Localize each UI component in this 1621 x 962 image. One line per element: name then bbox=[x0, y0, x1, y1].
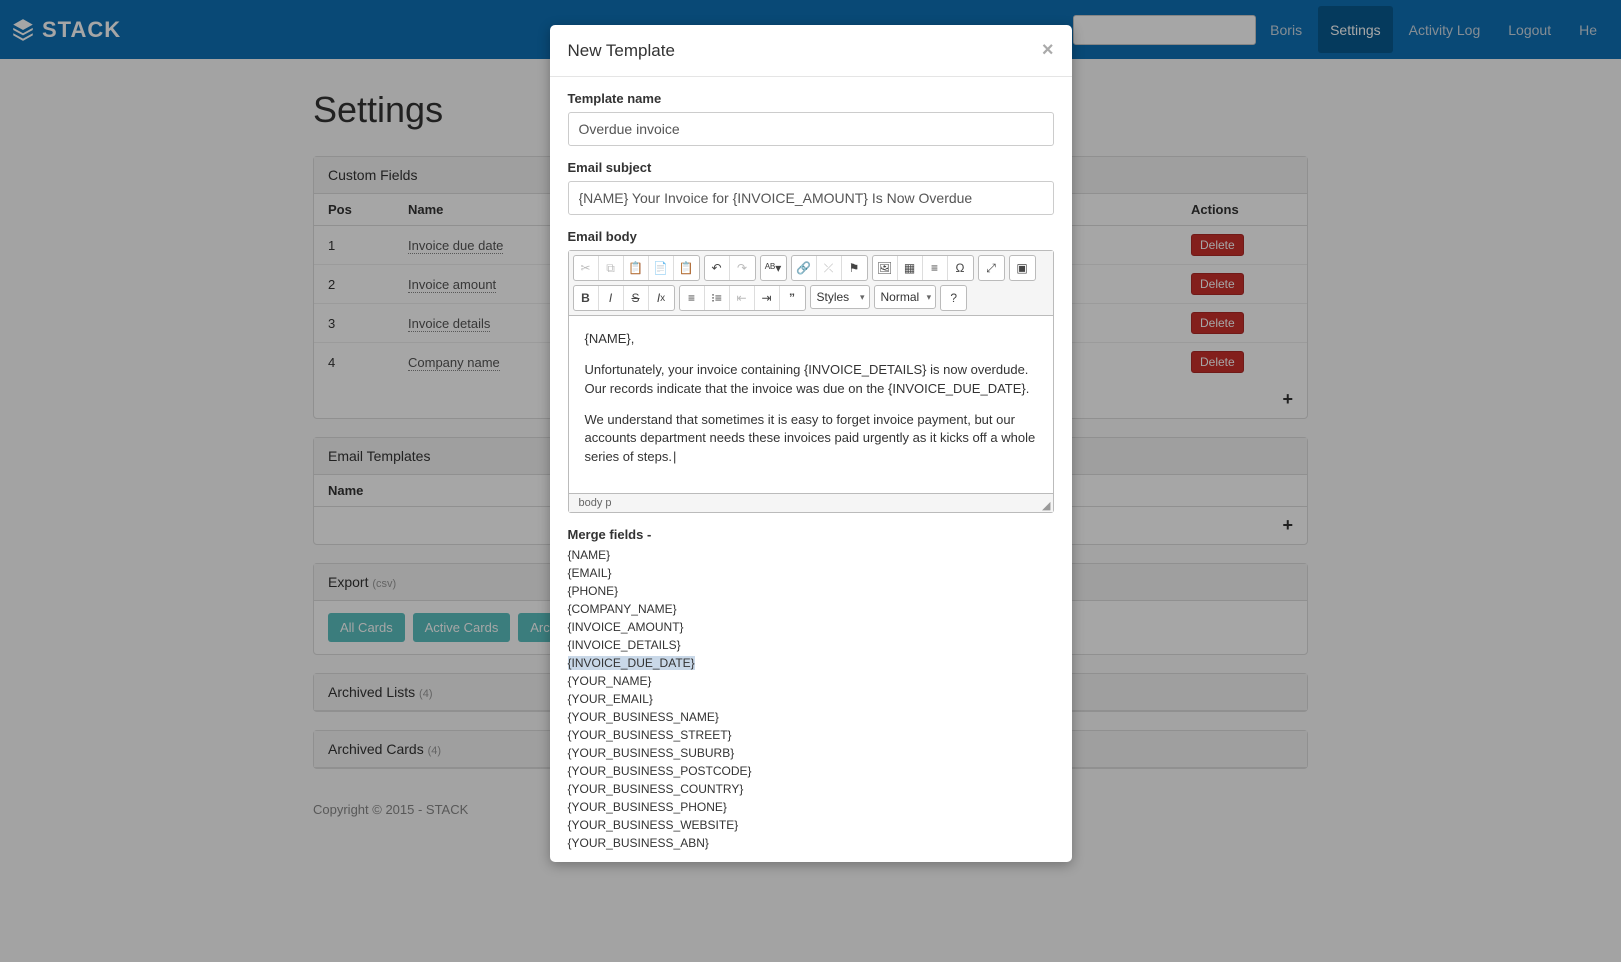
editor-toolbar: ✂ ⧉ 📋 📄 📋 ↶ ↷ ᴬᴮ▾ 🔗 ⤫ ⚑ bbox=[569, 251, 1053, 316]
merge-field[interactable]: {YOUR_BUSINESS_COUNTRY} bbox=[568, 780, 1054, 798]
email-body-label: Email body bbox=[568, 229, 1054, 244]
merge-field[interactable]: {EMAIL} bbox=[568, 564, 1054, 582]
paste-text-icon[interactable]: 📄 bbox=[649, 256, 674, 280]
cut-icon[interactable]: ✂ bbox=[574, 256, 599, 280]
paste-word-icon[interactable]: 📋 bbox=[674, 256, 699, 280]
editor-line: Unfortunately, your invoice containing {… bbox=[585, 361, 1037, 399]
spellcheck-icon[interactable]: ᴬᴮ▾ bbox=[761, 256, 786, 280]
outdent-icon[interactable]: ⇤ bbox=[730, 286, 755, 310]
paste-icon[interactable]: 📋 bbox=[624, 256, 649, 280]
format-select[interactable]: Normal bbox=[874, 285, 937, 309]
editor-body[interactable]: {NAME}, Unfortunately, your invoice cont… bbox=[569, 316, 1053, 493]
merge-field[interactable]: {YOUR_BUSINESS_NAME} bbox=[568, 708, 1054, 726]
merge-fields-title: Merge fields - bbox=[568, 527, 1054, 542]
italic-icon[interactable]: I bbox=[599, 286, 624, 310]
editor-line: {NAME}, bbox=[585, 330, 1037, 349]
merge-field[interactable]: {INVOICE_DUE_DATE} bbox=[568, 654, 1054, 672]
maximize-icon[interactable]: ⤢ bbox=[979, 256, 1004, 280]
email-subject-input[interactable] bbox=[568, 181, 1054, 215]
close-icon[interactable]: × bbox=[1042, 39, 1054, 62]
removeformat-icon[interactable]: Ix bbox=[649, 286, 674, 310]
merge-field[interactable]: {NAME} bbox=[568, 546, 1054, 564]
merge-field[interactable]: {YOUR_BUSINESS_ABN} bbox=[568, 834, 1054, 852]
resize-handle-icon[interactable]: ◢ bbox=[1042, 499, 1050, 512]
template-name-label: Template name bbox=[568, 91, 1054, 106]
link-icon[interactable]: 🔗 bbox=[792, 256, 817, 280]
modal-title: New Template bbox=[568, 41, 1042, 61]
editor-line: We understand that sometimes it is easy … bbox=[585, 411, 1037, 468]
merge-field[interactable]: {YOUR_EMAIL} bbox=[568, 690, 1054, 708]
image-icon[interactable]: 🖼 bbox=[873, 256, 898, 280]
merge-field[interactable]: {YOUR_BUSINESS_STREET} bbox=[568, 726, 1054, 744]
table-icon[interactable]: ▦ bbox=[898, 256, 923, 280]
merge-field[interactable]: {YOUR_BUSINESS_SUBURB} bbox=[568, 744, 1054, 762]
copy-icon[interactable]: ⧉ bbox=[599, 256, 624, 280]
hr-icon[interactable]: ≡ bbox=[923, 256, 948, 280]
merge-fields-list: {NAME}{EMAIL}{PHONE}{COMPANY_NAME}{INVOI… bbox=[568, 546, 1054, 852]
new-template-modal: New Template × Template name Email subje… bbox=[550, 25, 1072, 862]
bulleted-list-icon[interactable]: ⁝≡ bbox=[705, 286, 730, 310]
source-icon[interactable]: ▣ bbox=[1010, 256, 1035, 280]
merge-field[interactable]: {YOUR_BUSINESS_WEBSITE} bbox=[568, 816, 1054, 834]
anchor-icon[interactable]: ⚑ bbox=[842, 256, 867, 280]
editor-path: body p ◢ bbox=[569, 493, 1053, 512]
email-subject-label: Email subject bbox=[568, 160, 1054, 175]
specialchar-icon[interactable]: Ω bbox=[948, 256, 973, 280]
styles-select[interactable]: Styles bbox=[810, 285, 870, 309]
undo-icon[interactable]: ↶ bbox=[705, 256, 730, 280]
merge-field[interactable]: {YOUR_BUSINESS_PHONE} bbox=[568, 798, 1054, 816]
strike-icon[interactable]: S bbox=[624, 286, 649, 310]
rich-editor: ✂ ⧉ 📋 📄 📋 ↶ ↷ ᴬᴮ▾ 🔗 ⤫ ⚑ bbox=[568, 250, 1054, 513]
merge-field[interactable]: {INVOICE_AMOUNT} bbox=[568, 618, 1054, 636]
template-name-input[interactable] bbox=[568, 112, 1054, 146]
unlink-icon[interactable]: ⤫ bbox=[817, 256, 842, 280]
blockquote-icon[interactable]: ” bbox=[780, 286, 805, 310]
merge-field[interactable]: {PHONE} bbox=[568, 582, 1054, 600]
numbered-list-icon[interactable]: ≡ bbox=[680, 286, 705, 310]
help-icon[interactable]: ? bbox=[941, 286, 966, 310]
merge-field[interactable]: {YOUR_NAME} bbox=[568, 672, 1054, 690]
merge-field[interactable]: {YOUR_BUSINESS_POSTCODE} bbox=[568, 762, 1054, 780]
bold-icon[interactable]: B bbox=[574, 286, 599, 310]
redo-icon[interactable]: ↷ bbox=[730, 256, 755, 280]
merge-field[interactable]: {COMPANY_NAME} bbox=[568, 600, 1054, 618]
merge-field[interactable]: {INVOICE_DETAILS} bbox=[568, 636, 1054, 654]
indent-icon[interactable]: ⇥ bbox=[755, 286, 780, 310]
